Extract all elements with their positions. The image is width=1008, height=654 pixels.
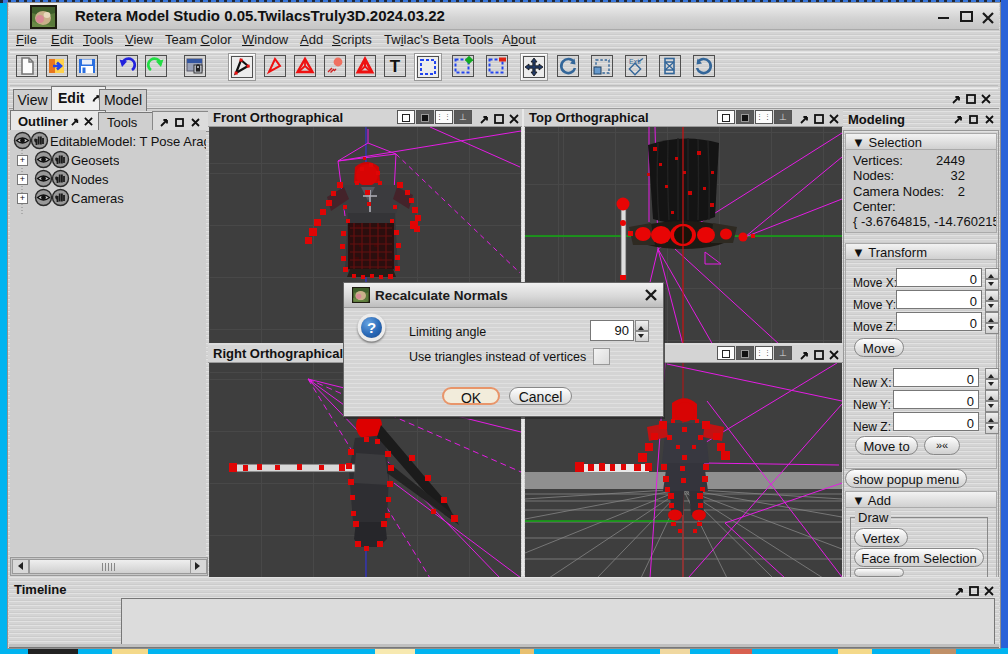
svg-text:Extr: Extr xyxy=(629,58,642,65)
